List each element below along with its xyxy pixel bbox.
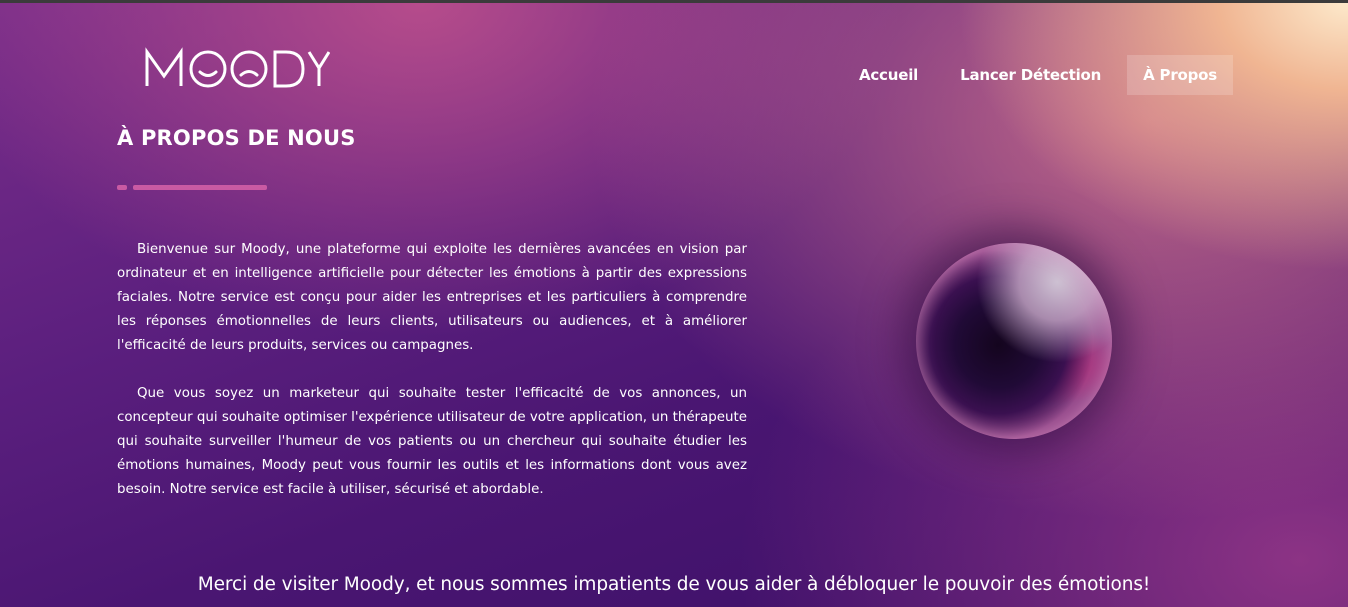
nav-item-lancer-detection[interactable]: Lancer Détection [944,55,1117,95]
about-text: Bienvenue sur Moody, une plateforme qui … [117,238,747,526]
page-title: À PROPOS DE NOUS [117,126,356,150]
underline-dot [117,185,127,190]
window-top-border [0,0,1348,3]
nav-item-a-propos[interactable]: À Propos [1127,55,1233,95]
nav-item-accueil[interactable]: Accueil [843,55,934,95]
main-navigation: Accueil Lancer Détection À Propos [833,55,1233,95]
underline-bar [133,185,267,190]
decorative-orb-image [916,243,1112,439]
about-paragraph-1: Bienvenue sur Moody, une plateforme qui … [117,242,747,353]
footer-thank-you-message: Merci de visiter Moody, et nous sommes i… [197,574,1151,595]
title-underline-decoration [117,185,267,190]
moody-logo[interactable] [145,46,331,92]
orb-sphere [916,243,1112,439]
about-paragraph-2: Que vous soyez un marketeur qui souhaite… [117,386,747,497]
